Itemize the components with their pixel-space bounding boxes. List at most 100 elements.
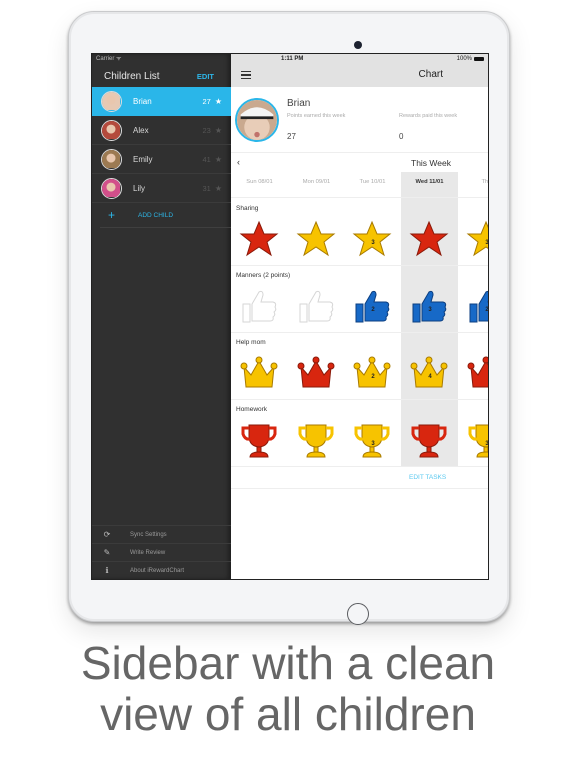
- avatar: [101, 91, 122, 112]
- child-name: Lily: [133, 183, 146, 193]
- page-title: Chart: [418, 69, 443, 80]
- avatar: [101, 177, 122, 199]
- thumb-icon[interactable]: [239, 286, 279, 326]
- add-child-label: ADD CHILD: [138, 211, 174, 219]
- star-gold-icon: [296, 220, 336, 257]
- sidebar-footer-item[interactable]: ℹ About iRewardChart: [92, 561, 231, 579]
- profile-avatar: [235, 98, 279, 142]
- sidebar-footer: ⟳ Sync Settings ✎ Write Review ℹ About iRewar…: [92, 525, 231, 579]
- chart-panel: 1:11 PM 100% Chart Brian Points earned t…: [231, 54, 489, 579]
- count-badge: 3: [485, 441, 489, 447]
- trophy-gold-icon: [298, 424, 334, 458]
- trophy-icon[interactable]: [409, 420, 449, 460]
- star-icon[interactable]: 3: [466, 219, 489, 259]
- rewards-paid-value: 0: [399, 132, 404, 141]
- thumb-empty-icon: [242, 290, 277, 323]
- thumb-icon[interactable]: [296, 286, 336, 326]
- divider: [231, 488, 488, 489]
- caption-line-2: view of all children: [100, 688, 476, 740]
- children-list: Brian 27 ★ Alex 23 ★ Emily 41 ★ Lily 31 ★: [92, 87, 231, 203]
- task-name: Manners (2 points): [236, 272, 291, 279]
- status-time: 1:11 PM: [281, 56, 304, 62]
- battery-icon: [474, 57, 484, 61]
- crown-red-icon: [297, 356, 335, 388]
- week-title: This Week: [411, 158, 451, 168]
- trophy-icon[interactable]: 3: [466, 420, 489, 460]
- thumb-icon[interactable]: 2: [352, 286, 392, 326]
- plus-icon: +: [108, 208, 116, 222]
- hamburger-menu-icon[interactable]: [241, 71, 251, 81]
- star-icon[interactable]: [409, 219, 449, 259]
- footer-label: Write Review: [130, 549, 166, 556]
- profile-name: Brian: [287, 98, 311, 109]
- sidebar: Carrier ᯤ Children List EDIT Brian 27 ★ Ale…: [92, 54, 231, 579]
- crown-icon[interactable]: [239, 353, 279, 393]
- week-header: ‹ This Week: [231, 153, 488, 171]
- trophy-red-icon: [411, 424, 447, 458]
- sidebar-footer-item[interactable]: ✎ Write Review: [92, 543, 231, 561]
- child-row-brian[interactable]: Brian 27 ★: [92, 87, 231, 116]
- child-row-lily[interactable]: Lily 31 ★: [92, 174, 231, 203]
- info-icon: ℹ: [105, 566, 109, 575]
- crown-gold-icon: 4: [410, 356, 448, 388]
- crown-icon[interactable]: 2: [352, 353, 392, 393]
- child-row-alex[interactable]: Alex 23 ★: [92, 116, 231, 145]
- day-headers: Sun 08/01Mon 09/01Tue 10/01Wed 11/01Thu: [231, 171, 489, 198]
- day-header[interactable]: Thu: [458, 179, 489, 185]
- task-row: Homework 3 3: [231, 400, 489, 467]
- thumb-empty-icon: [299, 290, 334, 323]
- camera-dot: [354, 41, 362, 49]
- day-header[interactable]: Wed 11/01: [401, 179, 458, 185]
- star-icon: ★: [214, 125, 222, 135]
- rewards-paid-label: Rewards paid this week: [399, 113, 458, 119]
- task-name: Help mom: [236, 339, 266, 346]
- day-header[interactable]: Mon 09/01: [288, 179, 345, 185]
- chevron-left-icon[interactable]: ‹: [237, 157, 240, 167]
- carrier-status: Carrier ᯤ: [96, 56, 122, 62]
- star-icon[interactable]: [296, 219, 336, 259]
- crown-icon[interactable]: [296, 353, 336, 393]
- trophy-icon[interactable]: 3: [352, 420, 392, 460]
- sidebar-title: Children List: [104, 70, 160, 82]
- day-header[interactable]: Tue 10/01: [344, 179, 401, 185]
- star-icon[interactable]: [239, 219, 279, 259]
- crown-gold-icon: 2: [353, 356, 391, 388]
- child-row-emily[interactable]: Emily 41 ★: [92, 145, 231, 174]
- star-icon: ★: [214, 154, 222, 164]
- sync-icon: ⟳: [103, 530, 111, 539]
- task-name: Sharing: [236, 205, 259, 212]
- crown-icon[interactable]: 4: [409, 353, 449, 393]
- navbar: 1:11 PM 100% Chart: [231, 54, 488, 87]
- add-child-button[interactable]: + ADD CHILD: [100, 203, 231, 228]
- trophy-gold-icon: 3: [468, 424, 489, 458]
- star-gold-icon: 3: [466, 220, 489, 257]
- count-badge: 3: [485, 240, 489, 246]
- pencil-icon: ✎: [103, 548, 111, 557]
- home-button[interactable]: [347, 603, 369, 625]
- sidebar-footer-item[interactable]: ⟳ Sync Settings: [92, 525, 231, 543]
- battery-indicator: 100%: [457, 56, 484, 62]
- thumb-blue-icon: 3: [412, 290, 447, 323]
- edit-button[interactable]: EDIT: [197, 72, 214, 81]
- thumb-icon[interactable]: 3: [409, 286, 449, 326]
- child-points: 41: [202, 154, 211, 164]
- star-icon[interactable]: 3: [352, 219, 392, 259]
- star-red-icon: [409, 220, 449, 257]
- day-header[interactable]: Sun 08/01: [231, 179, 288, 185]
- child-points: 31: [202, 183, 211, 193]
- crown-icon[interactable]: [466, 353, 488, 393]
- sidebar-header: Children List EDIT: [92, 65, 231, 87]
- avatar: [101, 119, 122, 141]
- trophy-icon[interactable]: [239, 420, 279, 460]
- star-icon: ★: [214, 97, 222, 106]
- trophy-red-icon: [241, 424, 277, 458]
- task-name: Homework: [236, 406, 268, 413]
- task-row: Manners (2 points) 2 3 2: [231, 266, 489, 333]
- task-row: Help mom 2 4: [231, 333, 488, 400]
- thumb-icon[interactable]: 2: [466, 286, 489, 326]
- edit-tasks-button[interactable]: EDIT TASKS: [409, 474, 446, 481]
- trophy-icon[interactable]: [296, 420, 336, 460]
- avatar: [101, 148, 122, 170]
- count-badge: 2: [485, 307, 489, 313]
- star-gold-icon: 3: [352, 220, 392, 257]
